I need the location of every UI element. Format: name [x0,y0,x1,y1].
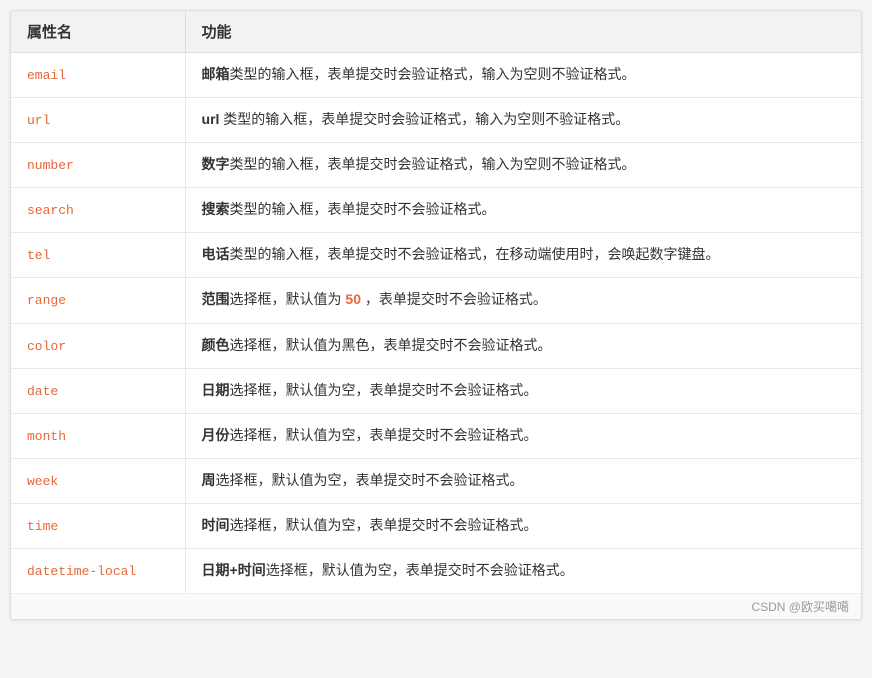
attr-name-cell: date [11,368,185,413]
footer-note: CSDN @欧买噶噶 [11,593,861,619]
main-table-container: 属性名 功能 email 邮箱类型的输入框，表单提交时会验证格式，输入为空则不验证… [10,10,862,620]
desc-cell: 日期+时间选择框，默认值为空，表单提交时不会验证格式。 [185,549,861,594]
attr-name-cell: tel [11,233,185,278]
attributes-table: 属性名 功能 email 邮箱类型的输入框，表单提交时会验证格式，输入为空则不验证… [11,11,861,593]
attr-name-text: month [27,429,66,444]
attr-name-text: email [27,68,66,83]
table-row: number 数字类型的输入框，表单提交时会验证格式，输入为空则不验证格式。 [11,143,861,188]
desc-cell: 月份选择框，默认值为空，表单提交时不会验证格式。 [185,413,861,458]
attr-name-cell: month [11,413,185,458]
table-row: url url 类型的输入框，表单提交时会验证格式，输入为空则不验证格式。 [11,98,861,143]
attr-name-text: date [27,384,58,399]
table-row: range 范围选择框，默认值为 50 ，表单提交时不会验证格式。 [11,278,861,323]
attr-name-cell: search [11,188,185,233]
attr-name-text: color [27,339,66,354]
desc-cell: 周选择框，默认值为空，表单提交时不会验证格式。 [185,458,861,503]
desc-cell: 时间选择框，默认值为空，表单提交时不会验证格式。 [185,503,861,548]
table-row: color 颜色选择框，默认值为黑色，表单提交时不会验证格式。 [11,323,861,368]
attr-name-text: search [27,203,74,218]
desc-cell: 日期选择框，默认值为空，表单提交时不会验证格式。 [185,368,861,413]
attr-name-cell: color [11,323,185,368]
attr-name-text: datetime-local [27,564,136,579]
header-attr: 属性名 [11,11,185,53]
attr-name-text: number [27,158,74,173]
desc-cell: 颜色选择框，默认值为黑色，表单提交时不会验证格式。 [185,323,861,368]
desc-cell: 搜索类型的输入框，表单提交时不会验证格式。 [185,188,861,233]
desc-cell: 电话类型的输入框，表单提交时不会验证格式，在移动端使用时，会唤起数字键盘。 [185,233,861,278]
table-row: search 搜索类型的输入框，表单提交时不会验证格式。 [11,188,861,233]
table-row: tel 电话类型的输入框，表单提交时不会验证格式，在移动端使用时，会唤起数字键盘。 [11,233,861,278]
table-header-row: 属性名 功能 [11,11,861,53]
table-row: time 时间选择框，默认值为空，表单提交时不会验证格式。 [11,503,861,548]
attr-name-text: time [27,519,58,534]
attr-name-cell: url [11,98,185,143]
header-func: 功能 [185,11,861,53]
attr-name-text: range [27,293,66,308]
attr-name-text: tel [27,248,50,263]
desc-cell: 数字类型的输入框，表单提交时会验证格式，输入为空则不验证格式。 [185,143,861,188]
attr-name-cell: datetime-local [11,549,185,594]
desc-cell: 邮箱类型的输入框，表单提交时会验证格式，输入为空则不验证格式。 [185,53,861,98]
attr-name-text: week [27,474,58,489]
table-row: week 周选择框，默认值为空，表单提交时不会验证格式。 [11,458,861,503]
attr-name-cell: number [11,143,185,188]
attr-name-text: url [27,113,50,128]
desc-cell: url 类型的输入框，表单提交时会验证格式，输入为空则不验证格式。 [185,98,861,143]
table-row: datetime-local 日期+时间选择框，默认值为空，表单提交时不会验证格式… [11,549,861,594]
table-row: email 邮箱类型的输入框，表单提交时会验证格式，输入为空则不验证格式。 [11,53,861,98]
desc-cell: 范围选择框，默认值为 50 ，表单提交时不会验证格式。 [185,278,861,323]
attr-name-cell: range [11,278,185,323]
table-row: month 月份选择框，默认值为空，表单提交时不会验证格式。 [11,413,861,458]
attr-name-cell: week [11,458,185,503]
attr-name-cell: email [11,53,185,98]
attr-name-cell: time [11,503,185,548]
table-row: date 日期选择框，默认值为空，表单提交时不会验证格式。 [11,368,861,413]
